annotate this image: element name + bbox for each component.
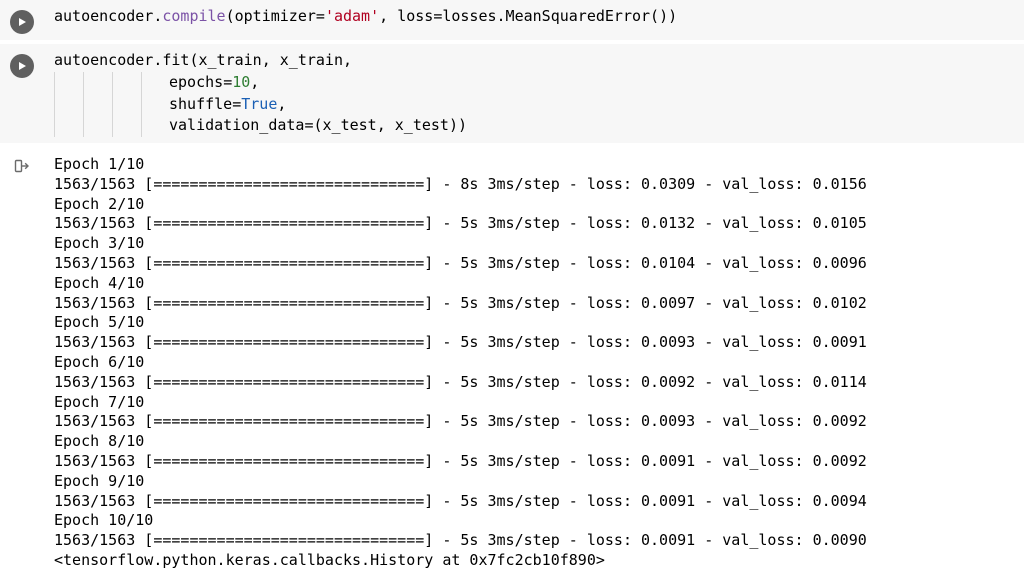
table-row: 1563/1563 [=============================… bbox=[54, 412, 1016, 432]
table-row: 1563/1563 [=============================… bbox=[54, 214, 1016, 234]
code-line: shuffle=True, bbox=[169, 95, 286, 113]
code-editor[interactable]: autoencoder.fit(x_train, x_train, epochs… bbox=[36, 50, 1016, 137]
play-icon bbox=[17, 61, 27, 71]
table-row: 1563/1563 [=============================… bbox=[54, 531, 1016, 551]
code-line: epochs=10, bbox=[169, 73, 259, 91]
table-row: 1563/1563 [=============================… bbox=[54, 492, 1016, 512]
run-cell-button[interactable] bbox=[10, 10, 34, 34]
table-row: Epoch 1/10 bbox=[54, 155, 1016, 175]
output-arrow-icon bbox=[13, 157, 31, 175]
table-row: 1563/1563 [=============================… bbox=[54, 175, 1016, 195]
table-row: Epoch 5/10 bbox=[54, 313, 1016, 333]
output-gutter bbox=[8, 155, 36, 175]
code-line: validation_data=(x_test, x_test)) bbox=[169, 116, 467, 134]
table-row: Epoch 6/10 bbox=[54, 353, 1016, 373]
code-cell-1: autoencoder.compile(optimizer='adam', lo… bbox=[0, 0, 1024, 40]
table-row: Epoch 9/10 bbox=[54, 472, 1016, 492]
code-line: autoencoder.fit(x_train, x_train, bbox=[54, 51, 352, 69]
table-row: 1563/1563 [=============================… bbox=[54, 373, 1016, 393]
table-row: Epoch 3/10 bbox=[54, 234, 1016, 254]
output-text[interactable]: Epoch 1/101563/1563 [===================… bbox=[36, 155, 1016, 571]
play-icon bbox=[17, 17, 27, 27]
table-row: Epoch 10/10 bbox=[54, 511, 1016, 531]
run-column bbox=[8, 6, 36, 34]
code-cell-2: autoencoder.fit(x_train, x_train, epochs… bbox=[0, 44, 1024, 143]
table-row: 1563/1563 [=============================… bbox=[54, 333, 1016, 353]
output-return-value: <tensorflow.python.keras.callbacks.Histo… bbox=[54, 551, 1016, 571]
run-column bbox=[8, 50, 36, 78]
table-row: Epoch 7/10 bbox=[54, 393, 1016, 413]
table-row: Epoch 2/10 bbox=[54, 195, 1016, 215]
table-row: 1563/1563 [=============================… bbox=[54, 452, 1016, 472]
output-cell: Epoch 1/101563/1563 [===================… bbox=[0, 147, 1024, 581]
table-row: 1563/1563 [=============================… bbox=[54, 294, 1016, 314]
run-cell-button[interactable] bbox=[10, 54, 34, 78]
code-text: autoencoder.compile(optimizer='adam', lo… bbox=[54, 7, 677, 25]
code-editor[interactable]: autoencoder.compile(optimizer='adam', lo… bbox=[36, 6, 1016, 28]
table-row: Epoch 4/10 bbox=[54, 274, 1016, 294]
table-row: 1563/1563 [=============================… bbox=[54, 254, 1016, 274]
table-row: Epoch 8/10 bbox=[54, 432, 1016, 452]
